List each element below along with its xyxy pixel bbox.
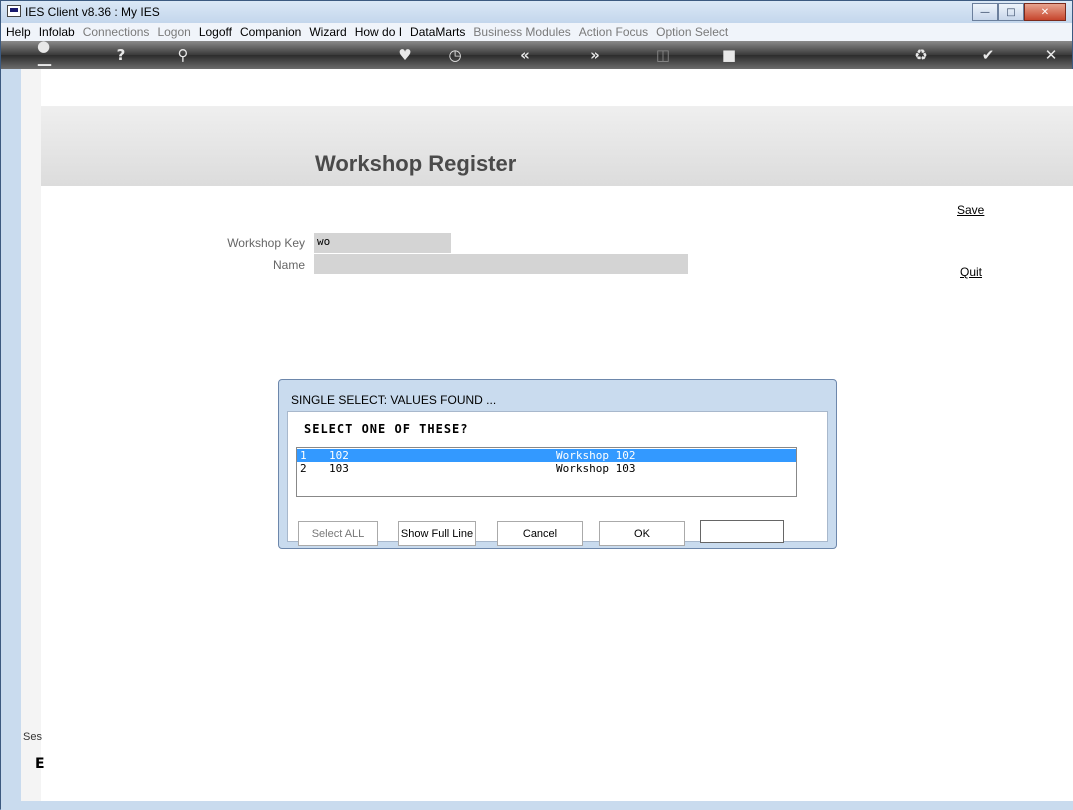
heart-icon[interactable]: ♥ [395,45,415,65]
show-full-line-button[interactable]: Show Full Line [398,521,476,546]
help-icon[interactable]: ? [111,45,131,65]
row-code: 102 [329,449,349,462]
session-label: Ses [23,731,42,743]
left-gutter [21,69,41,810]
select-all-button[interactable]: Select ALL [298,521,378,546]
header-band [41,106,1073,186]
values-list[interactable]: 1 102 Workshop 102 2 103 Workshop 103 [296,447,797,497]
title-bar[interactable]: IES Client v8.36 : My IES — □ ✕ [1,1,1072,23]
select-dialog: SINGLE SELECT: VALUES FOUND ... SELECT O… [278,379,837,549]
recycle-icon[interactable]: ♻ [911,45,931,65]
close-window-button[interactable]: ✕ [1024,3,1066,21]
window-controls: — □ ✕ [972,3,1066,21]
ok-button[interactable]: OK [599,521,685,546]
row-description: Workshop 103 [556,462,636,475]
row-code: 103 [329,462,349,475]
list-item[interactable]: 2 103 Workshop 103 [297,462,796,475]
name-input[interactable] [314,254,688,274]
cancel-button[interactable]: Cancel [497,521,583,546]
trash-icon[interactable]: ◫ [653,45,673,65]
workshop-key-input[interactable]: wo [314,233,451,253]
window-title: IES Client v8.36 : My IES [25,5,160,19]
key-icon[interactable]: ●— [37,37,63,73]
menu-how-do-i[interactable]: How do I [355,25,402,39]
menu-bar: Help Infolab Connections Logon Logoff Co… [1,23,1072,41]
app-window: IES Client v8.36 : My IES — □ ✕ Help Inf… [0,0,1073,810]
stop-icon[interactable]: ■ [719,45,739,65]
dialog-input-field[interactable] [700,520,784,543]
menu-companion[interactable]: Companion [240,25,301,39]
row-description: Workshop 102 [556,449,636,462]
save-link[interactable]: Save [957,203,984,217]
close-icon[interactable]: ✕ [1041,45,1061,65]
menu-logoff[interactable]: Logoff [199,25,232,39]
search-icon[interactable]: ⚲ [173,45,193,65]
menu-datamarts[interactable]: DataMarts [410,25,465,39]
toolbar: ●— ? ⚲ ♥ ◷ « » ◫ ■ ♻ ✔ ✕ [1,37,1072,73]
name-label: Name [272,258,305,272]
dialog-body: SELECT ONE OF THESE? 1 102 Workshop 102 … [287,411,828,546]
maximize-button[interactable]: □ [998,3,1024,21]
row-number: 2 [300,462,307,475]
app-icon [7,5,21,17]
clock-icon[interactable]: ◷ [445,45,465,65]
dialog-title: SINGLE SELECT: VALUES FOUND ... [291,393,497,407]
session-glyph: E [35,756,45,772]
menu-help[interactable]: Help [6,25,31,39]
menu-logon[interactable]: Logon [157,25,190,39]
row-number: 1 [300,449,307,462]
menu-option-select[interactable]: Option Select [656,25,728,39]
check-icon[interactable]: ✔ [978,45,998,65]
menu-business-modules[interactable]: Business Modules [473,25,570,39]
menu-action-focus[interactable]: Action Focus [579,25,648,39]
list-item[interactable]: 1 102 Workshop 102 [297,449,796,462]
quit-link[interactable]: Quit [960,265,982,279]
rewind-icon[interactable]: « [515,45,535,65]
workshop-key-label: Workshop Key [227,236,305,250]
page-title: Workshop Register [315,151,517,176]
menu-wizard[interactable]: Wizard [309,25,346,39]
forward-icon[interactable]: » [585,45,605,65]
minimize-button[interactable]: — [972,3,998,21]
menu-connections[interactable]: Connections [83,25,150,39]
dialog-prompt: SELECT ONE OF THESE? [304,422,469,436]
